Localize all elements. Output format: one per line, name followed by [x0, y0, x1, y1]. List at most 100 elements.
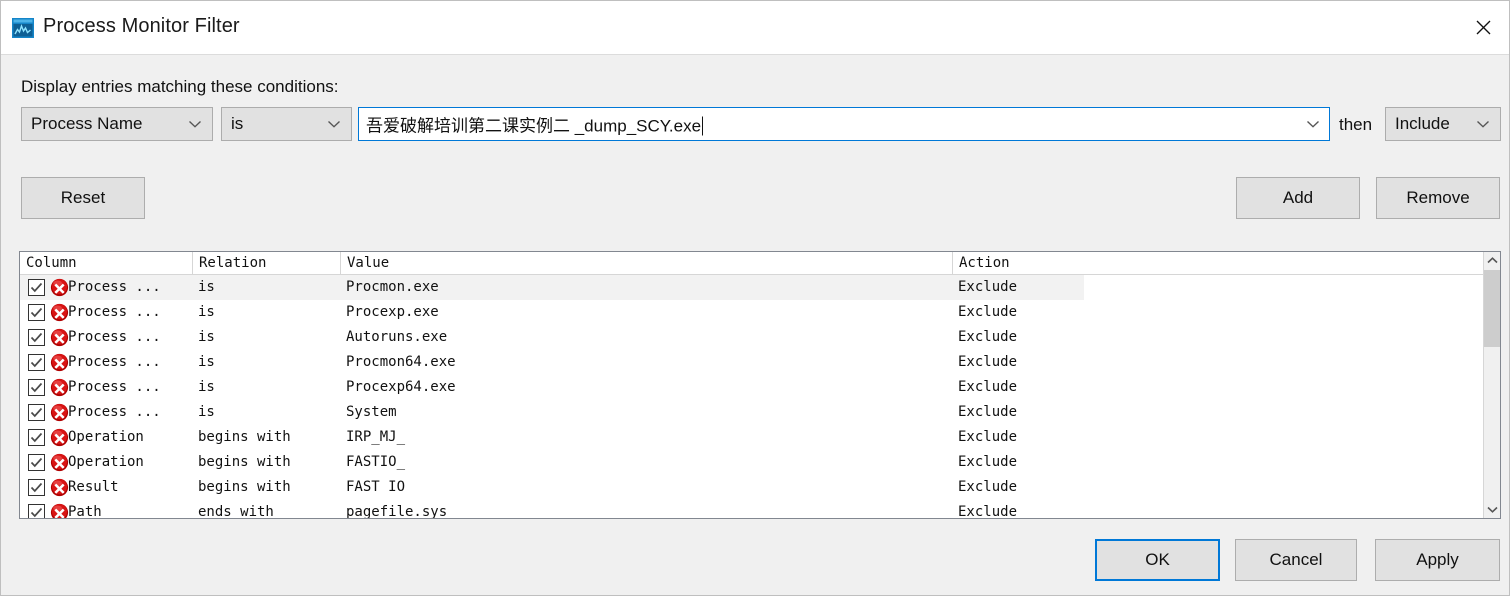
cell-relation: is [198, 379, 215, 395]
row-checkbox[interactable] [28, 454, 45, 471]
process-monitor-filter-dialog: Process Monitor Filter Display entries m… [0, 0, 1510, 596]
column-header-relation[interactable]: Relation [192, 252, 340, 274]
row-checkbox[interactable] [28, 329, 45, 346]
add-button[interactable]: Add [1236, 177, 1360, 219]
cell-value: FASTIO_ [346, 454, 406, 470]
cell-action: Exclude [958, 454, 1018, 470]
cell-column: Process ... [68, 329, 161, 345]
table-row[interactable]: Process ... is System Exclude [20, 400, 1485, 425]
filter-relation-select[interactable]: is [221, 107, 352, 141]
chevron-down-icon[interactable] [1306, 120, 1320, 129]
cell-action: Exclude [958, 379, 1018, 395]
cell-value: Procmon64.exe [346, 354, 456, 370]
cell-action: Exclude [958, 304, 1018, 320]
cell-action: Exclude [958, 504, 1018, 519]
cell-action: Exclude [958, 329, 1018, 345]
cell-relation: ends with [198, 504, 274, 519]
filter-value-text-wrapper: 吾爱破解培训第二课实例二 _dump_SCY.exe [366, 112, 704, 137]
scroll-down-icon[interactable] [1484, 501, 1500, 518]
reset-button[interactable]: Reset [21, 177, 145, 219]
row-checkbox[interactable] [28, 504, 45, 518]
exclude-icon [50, 303, 69, 322]
table-row[interactable]: Path ends with pagefile.sys Exclude [20, 500, 1485, 519]
exclude-icon [50, 428, 69, 447]
cell-column: Operation [68, 429, 144, 445]
cell-column: Process ... [68, 354, 161, 370]
scrollbar-thumb[interactable] [1484, 270, 1500, 347]
remove-button[interactable]: Remove [1376, 177, 1500, 219]
row-checkbox[interactable] [28, 279, 45, 296]
filter-action-value: Include [1395, 114, 1450, 133]
table-row[interactable]: Process ... is Procmon64.exe Exclude [20, 350, 1485, 375]
table-row[interactable]: Process ... is Procmon.exe Exclude [20, 275, 1485, 300]
exclude-icon [50, 353, 69, 372]
cell-action: Exclude [958, 354, 1018, 370]
cell-value: Procexp64.exe [346, 379, 456, 395]
cell-column: Result [68, 479, 119, 495]
dialog-body: Display entries matching these condition… [1, 55, 1509, 520]
cell-column: Process ... [68, 279, 161, 295]
cell-column: Process ... [68, 304, 161, 320]
filter-action-select[interactable]: Include [1385, 107, 1501, 141]
window-title: Process Monitor Filter [43, 15, 240, 37]
filter-list-rows: Process ... is Procmon.exe Exclude Process .… [20, 275, 1485, 519]
chevron-down-icon [327, 120, 341, 129]
table-row[interactable]: Result begins with FAST IO Exclude [20, 475, 1485, 500]
filter-value-input[interactable]: 吾爱破解培训第二课实例二 _dump_SCY.exe [358, 107, 1330, 141]
ok-button[interactable]: OK [1095, 539, 1220, 581]
cell-value: Autoruns.exe [346, 329, 448, 345]
row-checkbox[interactable] [28, 404, 45, 421]
filter-column-select[interactable]: Process Name [21, 107, 213, 141]
exclude-icon [50, 403, 69, 422]
cell-relation: is [198, 329, 215, 345]
vertical-scrollbar[interactable] [1483, 252, 1500, 518]
cell-action: Exclude [958, 404, 1018, 420]
column-header-value[interactable]: Value [340, 252, 952, 274]
title-bar: Process Monitor Filter [1, 1, 1509, 55]
scroll-up-icon[interactable] [1484, 252, 1500, 269]
cell-relation: begins with [198, 454, 291, 470]
cell-column: Process ... [68, 379, 161, 395]
apply-button[interactable]: Apply [1375, 539, 1500, 581]
column-header-column[interactable]: Column [20, 252, 192, 274]
close-icon[interactable] [1457, 1, 1509, 54]
dialog-footer: OK Cancel Apply [1, 520, 1509, 595]
cell-value: System [346, 404, 397, 420]
row-checkbox[interactable] [28, 354, 45, 371]
then-label: then [1339, 115, 1373, 134]
exclude-icon [50, 503, 69, 518]
cell-relation: is [198, 304, 215, 320]
table-row[interactable]: Process ... is Autoruns.exe Exclude [20, 325, 1485, 350]
cell-value: Procmon.exe [346, 279, 439, 295]
cell-action: Exclude [958, 279, 1018, 295]
column-header-action[interactable]: Action [952, 252, 1102, 274]
row-checkbox[interactable] [28, 479, 45, 496]
cell-relation: is [198, 354, 215, 370]
exclude-icon [50, 328, 69, 347]
cell-column: Process ... [68, 404, 161, 420]
conditions-label: Display entries matching these condition… [21, 77, 339, 96]
procmon-icon [12, 18, 34, 38]
exclude-icon [50, 278, 69, 297]
filter-relation-value: is [231, 114, 244, 133]
cell-action: Exclude [958, 429, 1018, 445]
cancel-button[interactable]: Cancel [1235, 539, 1357, 581]
row-checkbox[interactable] [28, 429, 45, 446]
filter-value-text: 吾爱破解培训第二课实例二 _dump_SCY.exe [366, 116, 702, 136]
exclude-icon [50, 478, 69, 497]
row-checkbox[interactable] [28, 304, 45, 321]
table-row[interactable]: Process ... is Procexp.exe Exclude [20, 300, 1485, 325]
row-checkbox[interactable] [28, 379, 45, 396]
table-row[interactable]: Process ... is Procexp64.exe Exclude [20, 375, 1485, 400]
cell-value: pagefile.sys [346, 504, 448, 519]
cell-value: Procexp.exe [346, 304, 439, 320]
cell-relation: begins with [198, 479, 291, 495]
cell-relation: is [198, 404, 215, 420]
table-row[interactable]: Operation begins with FASTIO_ Exclude [20, 450, 1485, 475]
filter-list-header: Column Relation Value Action [20, 252, 1485, 275]
chevron-down-icon [1476, 120, 1490, 129]
filter-list: Column Relation Value Action Process ...… [19, 251, 1501, 519]
table-row[interactable]: Operation begins with IRP_MJ_ Exclude [20, 425, 1485, 450]
exclude-icon [50, 378, 69, 397]
filter-column-value: Process Name [31, 114, 143, 133]
